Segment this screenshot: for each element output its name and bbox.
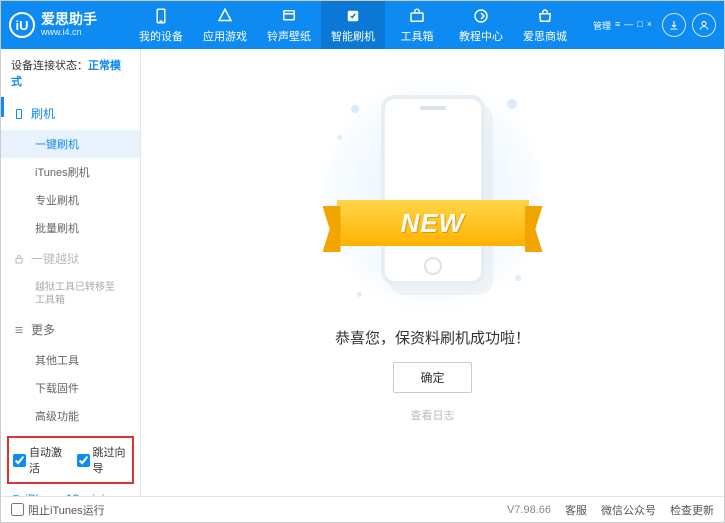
check-auto-activate[interactable]: 自动激活: [13, 444, 65, 476]
sys-minimize[interactable]: —: [624, 19, 633, 32]
ribbon-text: NEW: [401, 208, 465, 239]
tab-tutorials[interactable]: 教程中心: [449, 1, 513, 49]
check-block-itunes[interactable]: 阻止iTunes运行: [11, 502, 105, 518]
wechat-link[interactable]: 微信公众号: [601, 502, 656, 518]
menu-icon: [13, 324, 25, 336]
section-more[interactable]: 更多: [1, 313, 140, 346]
status-bar: 阻止iTunes运行 V7.98.66 客服 微信公众号 检查更新: [1, 496, 724, 522]
device-status: 设备连接状态：正常模式: [1, 49, 140, 97]
version-label: V7.98.66: [507, 504, 551, 516]
sidebar-item-pro[interactable]: 专业刷机: [1, 186, 140, 214]
sys-maximize[interactable]: □: [637, 19, 642, 32]
jailbreak-note: 越狱工具已转移至 工具箱: [1, 275, 140, 313]
app-url: www.i4.cn: [41, 28, 97, 38]
update-link[interactable]: 检查更新: [670, 502, 714, 518]
view-log-link[interactable]: 查看日志: [411, 407, 455, 423]
lock-icon: [13, 253, 25, 265]
title-bar: iU 爱思助手 www.i4.cn 我的设备 应用游戏 铃声壁纸 智能刷机 工具…: [1, 1, 724, 49]
success-message: 恭喜您，保资料刷机成功啦！: [335, 327, 530, 348]
window-controls: 管理 ≡ — □ ×: [593, 13, 716, 37]
sidebar-item-advanced[interactable]: 高级功能: [1, 402, 140, 430]
download-button[interactable]: [662, 13, 686, 37]
tab-flash[interactable]: 智能刷机: [321, 1, 385, 49]
logo-icon: iU: [9, 12, 35, 38]
support-link[interactable]: 客服: [565, 502, 587, 518]
app-logo: iU 爱思助手 www.i4.cn: [9, 12, 129, 38]
device-panel[interactable]: iPhone 12 mini 64GB Down-12mini-13,1: [1, 486, 140, 496]
check-skip-guide[interactable]: 跳过向导: [77, 444, 129, 476]
tab-ringtones[interactable]: 铃声壁纸: [257, 1, 321, 49]
options-highlight: 自动激活 跳过向导: [7, 436, 134, 484]
top-tabs: 我的设备 应用游戏 铃声壁纸 智能刷机 工具箱 教程中心 爱思商城: [129, 1, 593, 49]
app-name: 爱思助手: [41, 12, 97, 27]
sys-manage[interactable]: 管理: [593, 19, 611, 32]
tab-toolbox[interactable]: 工具箱: [385, 1, 449, 49]
section-jailbreak[interactable]: 一键越狱: [1, 242, 140, 275]
sidebar: 设备连接状态：正常模式 刷机 一键刷机 iTunes刷机 专业刷机 批量刷机 一…: [1, 49, 141, 496]
success-illustration: NEW: [343, 85, 523, 305]
user-button[interactable]: [692, 13, 716, 37]
tab-apps[interactable]: 应用游戏: [193, 1, 257, 49]
sidebar-item-itunes[interactable]: iTunes刷机: [1, 158, 140, 186]
tab-store[interactable]: 爱思商城: [513, 1, 577, 49]
confirm-button[interactable]: 确定: [393, 362, 471, 393]
sidebar-item-oneclick[interactable]: 一键刷机: [1, 130, 140, 158]
sys-menu[interactable]: ≡: [615, 19, 620, 32]
tab-my-device[interactable]: 我的设备: [129, 1, 193, 49]
main-content: NEW 恭喜您，保资料刷机成功啦！ 确定 查看日志: [141, 49, 724, 496]
sidebar-item-firmware[interactable]: 下载固件: [1, 374, 140, 402]
sidebar-item-other[interactable]: 其他工具: [1, 346, 140, 374]
sidebar-item-batch[interactable]: 批量刷机: [1, 214, 140, 242]
section-flash[interactable]: 刷机: [1, 97, 140, 130]
phone-icon: [13, 108, 25, 120]
sys-close[interactable]: ×: [647, 19, 652, 32]
